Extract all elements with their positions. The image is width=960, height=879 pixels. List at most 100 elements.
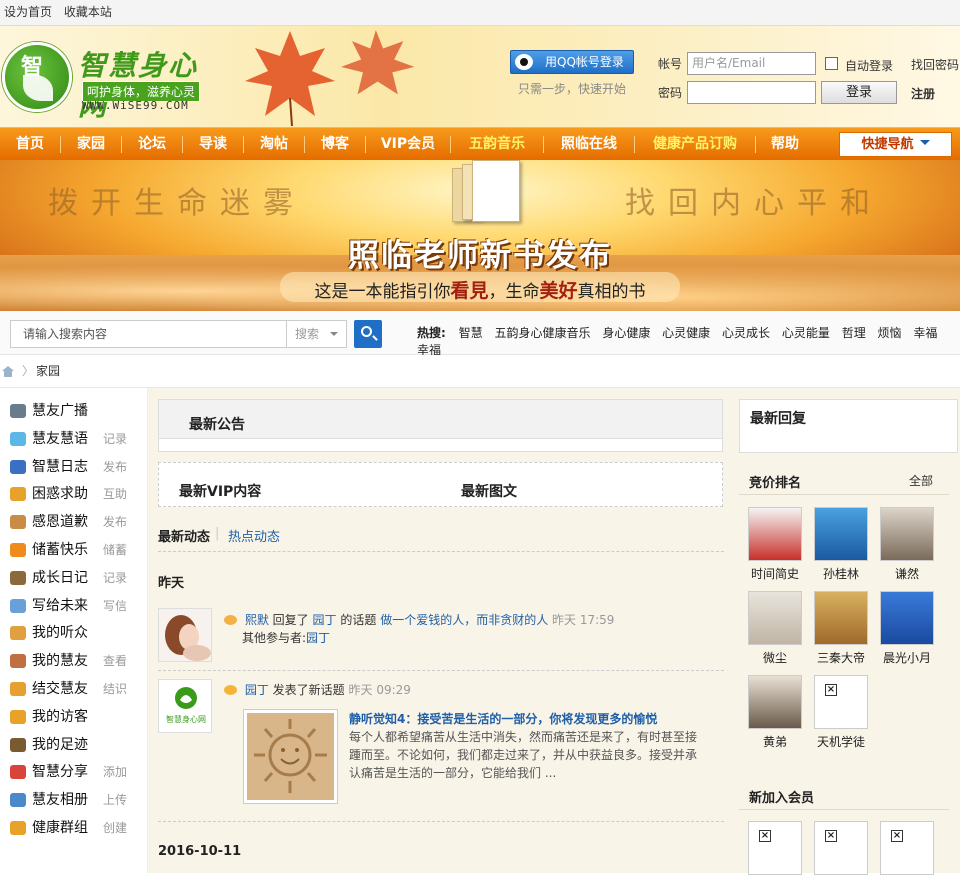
sidebar-item-action[interactable]: 结识 xyxy=(103,677,127,701)
sidebar-item[interactable]: 我的访客 xyxy=(10,705,138,729)
login-button[interactable]: 登录 xyxy=(821,81,897,104)
nav-item-home-garden[interactable]: 家园 xyxy=(61,128,121,161)
nav-item-vip[interactable]: VIP会员 xyxy=(366,128,450,161)
sidebar-item-icon xyxy=(10,515,26,530)
sidebar-item[interactable]: 智慧分享 添加 xyxy=(10,760,138,784)
nav-item-collections[interactable]: 淘帖 xyxy=(244,128,304,161)
sidebar-item-action[interactable]: 查看 xyxy=(103,649,127,673)
nav-item-music[interactable]: 五韵音乐 xyxy=(451,128,543,161)
hot-term-link[interactable]: 心灵成长 xyxy=(722,326,770,340)
nav-item-blog[interactable]: 博客 xyxy=(305,128,365,161)
rank-user[interactable]: 微尘 xyxy=(745,591,805,666)
sidebar-item-label: 智慧日志 xyxy=(32,458,88,475)
sidebar-item[interactable]: 结交慧友 结识 xyxy=(10,677,138,701)
avatar[interactable] xyxy=(158,608,212,662)
breadcrumb-current[interactable]: 家园 xyxy=(36,364,60,378)
sidebar-item[interactable]: 我的足迹 xyxy=(10,733,138,757)
sidebar-item-action[interactable]: 互助 xyxy=(103,482,127,506)
rank-user[interactable]: 孙桂林 xyxy=(811,507,871,582)
rank-user[interactable]: 时间简史 xyxy=(745,507,805,582)
sidebar-item[interactable]: 健康群组 创建 xyxy=(10,816,138,840)
nav-item-help[interactable]: 帮助 xyxy=(756,128,814,161)
sidebar-item[interactable]: 我的听众 xyxy=(10,621,138,645)
hot-term-link[interactable]: 五韵身心健康音乐 xyxy=(494,326,590,340)
hot-term-link[interactable]: 烦恼 xyxy=(878,326,902,340)
hot-term-link[interactable]: 身心健康 xyxy=(602,326,650,340)
hot-term-link[interactable]: 智慧 xyxy=(459,326,483,340)
sidebar-item-action[interactable]: 写信 xyxy=(103,594,127,618)
new-member[interactable]: × xyxy=(745,821,805,879)
rank-all-link[interactable]: 全部 xyxy=(909,472,933,489)
sidebar-item-action[interactable]: 创建 xyxy=(103,816,127,840)
set-home-link[interactable]: 设为首页 xyxy=(4,5,52,19)
password-input[interactable] xyxy=(687,81,816,104)
article-thumbnail[interactable] xyxy=(243,709,338,804)
avatar xyxy=(880,507,934,561)
new-member[interactable]: × xyxy=(811,821,871,879)
register-link[interactable]: 注册 xyxy=(911,85,935,102)
sidebar-item-action[interactable]: 添加 xyxy=(103,760,127,784)
vip-content-title[interactable]: 最新VIP内容 xyxy=(179,481,261,501)
feed-user-link[interactable]: 园丁 xyxy=(245,683,269,697)
hot-term-link[interactable]: 心灵健康 xyxy=(662,326,710,340)
sidebar-item[interactable]: 感恩道歉 发布 xyxy=(10,510,138,534)
sidebar-item[interactable]: 我的慧友 查看 xyxy=(10,649,138,673)
nav-item-online[interactable]: 照临在线 xyxy=(544,128,634,161)
sidebar-item-icon xyxy=(10,793,26,808)
sidebar-item[interactable]: 慧友广播 xyxy=(10,399,138,423)
feed-user-link[interactable]: 熙默 xyxy=(245,613,269,627)
sidebar-item[interactable]: 智慧日志 发布 xyxy=(10,455,138,479)
search-type-select[interactable]: 搜索 xyxy=(286,320,347,348)
bookmark-link[interactable]: 收藏本站 xyxy=(64,5,112,19)
sidebar-item-action[interactable]: 记录 xyxy=(103,566,127,590)
account-input[interactable]: 用户名/Email xyxy=(687,52,816,75)
rank-user[interactable]: × 天机学徒 xyxy=(811,675,871,750)
tab-latest-activity[interactable]: 最新动态 xyxy=(158,526,210,545)
new-members-header: 新加入会员 xyxy=(739,780,949,810)
rank-user[interactable]: 三秦大帝 xyxy=(811,591,871,666)
quick-nav-dropdown[interactable]: 快捷导航 xyxy=(839,132,952,157)
tab-hot-activity[interactable]: 热点动态 xyxy=(228,526,280,545)
new-member[interactable]: × xyxy=(877,821,937,879)
hot-term-link[interactable]: 哲理 xyxy=(842,326,866,340)
promo-banner[interactable]: 拨开生命迷雾 找回内心平和 照临老师新书发布 这是一本能指引你看見，生命美好真相… xyxy=(0,160,960,311)
home-icon[interactable] xyxy=(2,366,14,377)
broken-image-icon: × xyxy=(759,830,771,842)
participant-link[interactable]: 园丁 xyxy=(306,631,330,645)
sidebar-item-action[interactable]: 记录 xyxy=(103,427,127,451)
nav-item-forum[interactable]: 论坛 xyxy=(122,128,182,161)
sidebar-item[interactable]: 成长日记 记录 xyxy=(10,566,138,590)
banner-left-text: 拨开生命迷雾 xyxy=(48,186,306,221)
nav-item-products[interactable]: 健康产品订购 xyxy=(635,128,755,161)
hot-term-link[interactable]: 心灵能量 xyxy=(782,326,830,340)
sidebar-item[interactable]: 写给未来 写信 xyxy=(10,594,138,618)
search-button[interactable] xyxy=(354,320,382,348)
feed-item: 智慧身心网 园丁 发表了新话题 昨天 09:29 静听觉知4：接受苦是生活的一部… xyxy=(158,679,724,809)
rank-user[interactable]: 黄弟 xyxy=(745,675,805,750)
rank-user[interactable]: 晨光小月 xyxy=(877,591,937,666)
auto-login-checkbox[interactable] xyxy=(825,57,838,70)
photo-content-title[interactable]: 最新图文 xyxy=(461,481,517,501)
qq-login-button[interactable]: 用QQ帐号登录 xyxy=(510,50,634,74)
avatar[interactable]: 智慧身心网 xyxy=(158,679,212,733)
feed-topic-link[interactable]: 做一个爱钱的人，而非贪财的人 xyxy=(380,613,548,627)
search-input[interactable]: 请输入搜索内容 xyxy=(10,320,287,348)
nav-item-guide[interactable]: 导读 xyxy=(183,128,243,161)
sidebar-item-action[interactable]: 发布 xyxy=(103,455,127,479)
participants-label: 其他参与者: xyxy=(242,631,307,645)
sidebar-item[interactable]: 困惑求助 互助 xyxy=(10,482,138,506)
sidebar-item[interactable]: 慧友相册 上传 xyxy=(10,788,138,812)
sidebar-item-action[interactable]: 发布 xyxy=(103,510,127,534)
latest-reply-panel: 最新回复 xyxy=(739,399,958,453)
hot-term-link[interactable]: 幸福 xyxy=(913,326,937,340)
feed-time: 昨天 09:29 xyxy=(348,683,411,697)
feed-target-user-link[interactable]: 园丁 xyxy=(313,613,337,627)
sidebar-item-action[interactable]: 储蓄 xyxy=(103,538,127,562)
article-title-link[interactable]: 静听觉知4：接受苦是生活的一部分，你将发现更多的愉悦 xyxy=(349,710,719,727)
rank-user[interactable]: 谦然 xyxy=(877,507,937,582)
find-password-link[interactable]: 找回密码 xyxy=(911,56,959,73)
sidebar-item-action[interactable]: 上传 xyxy=(103,788,127,812)
nav-item-home[interactable]: 首页 xyxy=(0,128,60,161)
sidebar-item[interactable]: 储蓄快乐 储蓄 xyxy=(10,538,138,562)
sidebar-item[interactable]: 慧友慧语 记录 xyxy=(10,427,138,451)
